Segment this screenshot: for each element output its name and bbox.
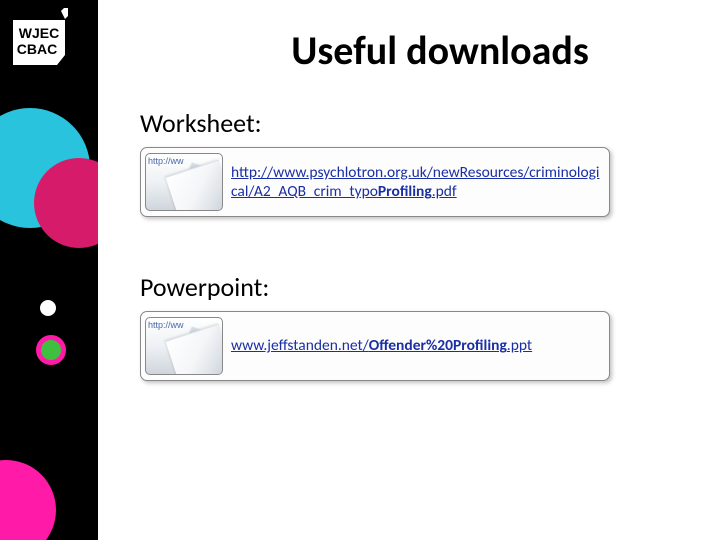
- download-link[interactable]: http://www.psychlotron.org.uk/newResourc…: [231, 163, 605, 202]
- decorative-circle: [40, 300, 56, 316]
- svg-text:WJEC: WJEC: [19, 25, 59, 41]
- decorative-circle: [0, 460, 56, 540]
- wjec-cbac-logo: WJEC CBAC: [10, 8, 68, 66]
- link-suffix: .pdf: [432, 182, 457, 201]
- download-card[interactable]: http://www.psychlotron.org.uk/newResourc…: [140, 147, 610, 217]
- section-label: Worksheet:: [140, 107, 700, 139]
- section-label: Powerpoint:: [140, 271, 700, 303]
- decorative-circle: [36, 335, 66, 365]
- link-prefix: www.jeffstanden.net/: [231, 336, 369, 355]
- page-title: Useful downloads: [120, 0, 700, 75]
- download-card[interactable]: www.jeffstanden.net/Offender%20Profiling…: [140, 311, 610, 381]
- slide-content: Useful downloads Worksheet: http://www.p…: [120, 0, 700, 540]
- link-bold: Profiling: [378, 182, 432, 201]
- link-thumbnail-icon: [145, 317, 223, 375]
- link-suffix: .ppt: [507, 336, 532, 355]
- download-link[interactable]: www.jeffstanden.net/Offender%20Profiling…: [231, 336, 605, 355]
- link-thumbnail-icon: [145, 153, 223, 211]
- svg-text:CBAC: CBAC: [17, 41, 57, 57]
- decorative-sidebar: WJEC CBAC: [0, 0, 98, 540]
- link-bold: Offender%20Profiling: [369, 336, 507, 355]
